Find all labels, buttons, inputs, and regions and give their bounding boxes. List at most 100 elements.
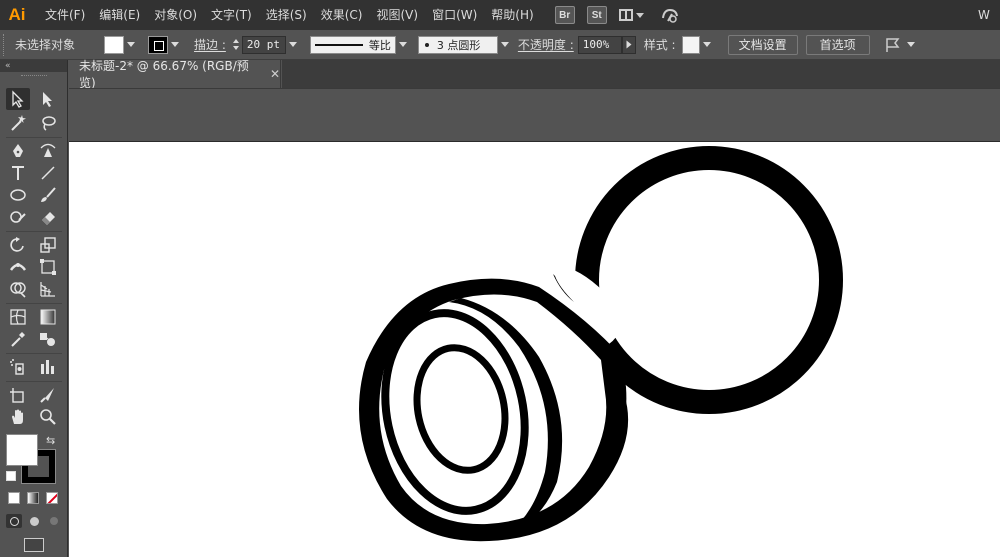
arrange-documents-icon	[618, 9, 633, 21]
gpu-performance-icon[interactable]	[660, 6, 680, 24]
gradient-tool[interactable]	[36, 306, 60, 328]
paintbrush-tool[interactable]	[36, 184, 60, 206]
line-segment-tool[interactable]	[36, 162, 60, 184]
ellipse-tool[interactable]	[6, 184, 30, 206]
bridge-button[interactable]: Br	[554, 6, 575, 24]
tools-grip[interactable]	[0, 72, 67, 78]
direct-selection-tool[interactable]	[36, 88, 60, 110]
scale-tool[interactable]	[36, 234, 60, 256]
type-tool[interactable]	[6, 162, 30, 184]
opacity-field[interactable]: 100%	[577, 35, 622, 54]
variable-width-profile[interactable]: 等比	[309, 35, 396, 54]
blend-tool[interactable]	[36, 328, 60, 350]
none-mode-button[interactable]	[46, 492, 58, 504]
draw-inside-button[interactable]	[46, 514, 62, 528]
selection-tool[interactable]	[6, 88, 30, 110]
app-logo: Ai	[8, 5, 26, 24]
default-fill-stroke-icon[interactable]	[6, 471, 16, 481]
opacity-dropdown[interactable]	[621, 35, 636, 54]
tab-strip	[282, 60, 1000, 88]
artboard[interactable]	[69, 141, 1000, 557]
eraser-icon	[42, 212, 55, 225]
chevron-down-icon	[127, 42, 136, 47]
menu-effect[interactable]: 效果(C)	[314, 0, 370, 30]
direct-selection-arrow-icon	[43, 92, 52, 107]
eyedropper-tool[interactable]	[6, 328, 30, 350]
curvature-tool[interactable]	[36, 140, 60, 162]
menu-window[interactable]: 窗口(W)	[425, 0, 484, 30]
brush-definition[interactable]: 3 点圆形	[417, 35, 498, 54]
stock-button[interactable]: St	[586, 6, 607, 24]
fill-swatch[interactable]	[6, 434, 38, 466]
mesh-tool[interactable]	[6, 306, 30, 328]
preferences-button[interactable]: 首选项	[805, 34, 870, 55]
stroke-weight-dropdown[interactable]	[286, 36, 300, 54]
stroke-label[interactable]: 描边 :	[194, 36, 226, 53]
scale-icon	[40, 237, 56, 253]
menu-object[interactable]: 对象(O)	[147, 0, 204, 30]
profile-dropdown[interactable]	[396, 36, 410, 54]
spin-down-icon	[232, 46, 239, 50]
rotate-tool[interactable]	[6, 234, 30, 256]
document-setup-button[interactable]: 文档设置	[727, 34, 798, 55]
document-tab[interactable]: 未标题-2* @ 66.67% (RGB/预览) ✕	[69, 59, 281, 90]
color-mode-button[interactable]	[8, 492, 20, 504]
draw-behind-icon	[29, 516, 39, 526]
width-tool[interactable]	[6, 256, 30, 278]
align-flag-icon[interactable]	[884, 36, 904, 54]
eraser-tool[interactable]	[36, 206, 60, 228]
document-tab-title: 未标题-2* @ 66.67% (RGB/预览)	[79, 59, 249, 90]
shaper-icon	[10, 211, 26, 223]
stamp-handle-knob[interactable]	[575, 146, 843, 414]
brush-label: 3 点圆形	[436, 38, 481, 52]
graphic-style-swatch[interactable]	[681, 35, 700, 54]
align-dropdown[interactable]	[904, 36, 918, 54]
none-slash-icon	[47, 493, 57, 503]
workspace-label[interactable]: W	[978, 0, 1000, 30]
menu-file[interactable]: 文件(F)	[38, 0, 92, 30]
draw-inside-icon	[50, 517, 58, 525]
mesh-icon	[10, 309, 26, 325]
symbol-sprayer-tool[interactable]	[6, 356, 30, 378]
fill-dropdown[interactable]	[124, 36, 138, 54]
stroke-dropdown[interactable]	[168, 36, 182, 54]
arrange-documents-button[interactable]	[618, 9, 644, 21]
pasteboard	[69, 88, 1000, 140]
menu-help[interactable]: 帮助(H)	[484, 0, 540, 30]
artboard-tool[interactable]	[6, 384, 30, 406]
menu-edit[interactable]: 编辑(E)	[92, 0, 147, 30]
screen-mode-button[interactable]	[24, 538, 44, 552]
menu-type[interactable]: 文字(T)	[204, 0, 259, 30]
stroke-weight-field[interactable]: 20 pt	[241, 35, 286, 54]
control-bar-grip[interactable]	[3, 33, 7, 56]
profile-label: 等比	[368, 38, 391, 52]
close-icon[interactable]: ✕	[270, 67, 280, 81]
opacity-label[interactable]: 不透明度 :	[518, 36, 574, 53]
fill-color-swatch[interactable]	[104, 35, 125, 54]
column-graph-tool[interactable]	[36, 356, 60, 378]
brush-dropdown[interactable]	[498, 36, 512, 54]
chevron-down-icon	[398, 42, 407, 47]
draw-normal-button[interactable]	[6, 514, 22, 528]
stroke-color-swatch[interactable]	[148, 35, 169, 54]
perspective-grid-icon	[40, 282, 55, 297]
shape-builder-tool[interactable]	[6, 278, 30, 300]
draw-behind-button[interactable]	[26, 514, 42, 528]
menu-view[interactable]: 视图(V)	[369, 0, 425, 30]
perspective-grid-tool[interactable]	[36, 278, 60, 300]
stamp-artwork[interactable]	[69, 142, 1000, 557]
stroke-weight-spinner[interactable]	[230, 36, 242, 54]
zoom-tool[interactable]	[36, 406, 60, 428]
free-transform-tool[interactable]	[36, 256, 60, 278]
tools-collapse-button[interactable]: «	[0, 60, 67, 72]
lasso-tool[interactable]	[36, 112, 60, 134]
pen-tool[interactable]	[6, 140, 30, 162]
shaper-tool[interactable]	[6, 206, 30, 228]
magic-wand-tool[interactable]	[6, 112, 30, 134]
hand-tool[interactable]	[6, 406, 30, 428]
slice-tool[interactable]	[36, 384, 60, 406]
menu-select[interactable]: 选择(S)	[259, 0, 314, 30]
swap-fill-stroke-icon[interactable]: ⇆	[46, 434, 55, 447]
gradient-mode-button[interactable]	[27, 492, 39, 504]
style-dropdown[interactable]	[700, 36, 714, 54]
